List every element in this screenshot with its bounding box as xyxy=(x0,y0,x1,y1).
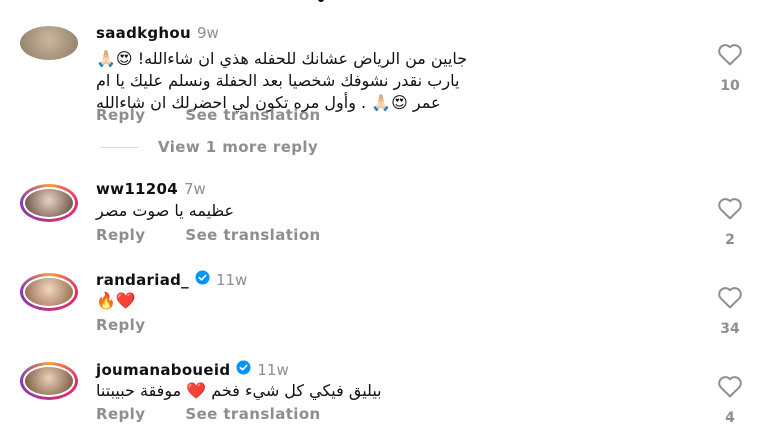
reply-button[interactable]: Reply xyxy=(96,106,145,124)
like-control: 2 xyxy=(710,196,750,248)
avatar[interactable] xyxy=(20,184,78,222)
reply-button[interactable]: Reply xyxy=(96,316,145,334)
see-translation-button[interactable]: See translation xyxy=(185,405,320,423)
comment-header: randariad_ 11w xyxy=(96,270,247,289)
comment-text: جايين من الرياض عشانك للحفله هذي ان شاءا… xyxy=(96,48,636,114)
comment-text: عظيمه يا صوت مصر xyxy=(96,200,636,222)
timestamp: 7w xyxy=(184,180,206,198)
comment-line: 🔥❤️ xyxy=(96,291,136,310)
see-translation-button[interactable]: See translation xyxy=(185,106,320,124)
comment-actions: Reply xyxy=(96,316,145,334)
username[interactable]: saadkghou xyxy=(96,24,191,42)
comment-line: جايين من الرياض عشانك للحفله هذي ان شاءا… xyxy=(96,49,468,68)
comment-text: بيليق فيكي كل شيء فخم ❤️ موفقة حبيبتنا xyxy=(96,380,636,402)
heart-outline-icon[interactable] xyxy=(716,44,744,70)
like-count: 4 xyxy=(725,410,735,426)
view-more-replies-label[interactable]: View 1 more reply xyxy=(158,138,318,156)
avatar[interactable] xyxy=(20,26,78,60)
top-indicator xyxy=(318,0,324,2)
avatar[interactable] xyxy=(20,362,78,400)
like-count: 10 xyxy=(720,78,740,94)
reply-button[interactable]: Reply xyxy=(96,405,145,423)
timestamp: 9w xyxy=(197,24,219,42)
like-control: 4 xyxy=(710,374,750,426)
comment-header: ww11204 7w xyxy=(96,180,206,198)
comment-line: يارب نقدر نشوفك شخصيا بعد الحفلة ونسلم ع… xyxy=(96,71,460,90)
verified-badge-icon xyxy=(195,270,210,289)
heart-outline-icon[interactable] xyxy=(716,376,744,402)
like-count: 34 xyxy=(720,321,740,337)
like-control: 34 xyxy=(710,285,750,337)
username[interactable]: randariad_ xyxy=(96,271,189,289)
comment-header: joumanaboueid 11w xyxy=(96,360,289,379)
heart-outline-icon[interactable] xyxy=(716,198,744,224)
verified-badge-icon xyxy=(236,360,251,379)
comment-header: saadkghou 9w xyxy=(96,24,219,42)
comment-actions: Reply See translation xyxy=(96,405,321,423)
see-translation-button[interactable]: See translation xyxy=(185,226,320,244)
timestamp: 11w xyxy=(257,360,289,379)
username[interactable]: joumanaboueid xyxy=(96,361,230,379)
username[interactable]: ww11204 xyxy=(96,180,178,198)
comment-line: بيليق فيكي كل شيء فخم ❤️ موفقة حبيبتنا xyxy=(96,381,382,400)
avatar[interactable] xyxy=(20,273,78,311)
comment-actions: Reply See translation xyxy=(96,106,321,124)
like-count: 2 xyxy=(725,232,735,248)
comment-line: عظيمه يا صوت مصر xyxy=(96,201,235,220)
divider xyxy=(100,146,138,148)
reply-button[interactable]: Reply xyxy=(96,226,145,244)
like-control: 10 xyxy=(710,42,750,94)
timestamp: 11w xyxy=(215,270,248,289)
view-more-replies[interactable]: View 1 more reply xyxy=(100,138,318,156)
comment-actions: Reply See translation xyxy=(96,226,321,244)
comment-text: 🔥❤️ xyxy=(96,290,636,312)
heart-outline-icon[interactable] xyxy=(716,287,744,313)
